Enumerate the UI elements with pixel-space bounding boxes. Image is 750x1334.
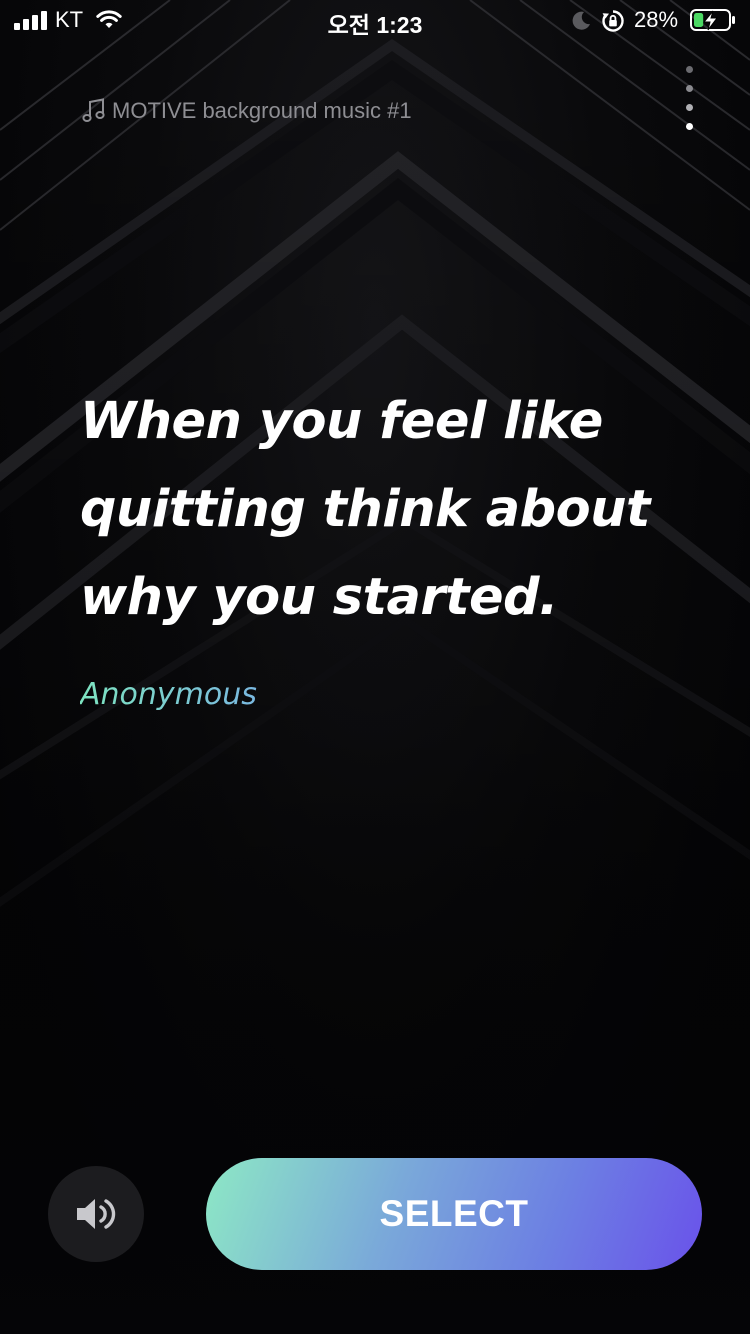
sound-toggle-button[interactable] — [48, 1166, 144, 1262]
status-bar: KT 오전 1:23 28% — [0, 0, 750, 40]
battery-charging-icon — [690, 9, 735, 31]
more-vertical-icon[interactable] — [676, 64, 704, 138]
quote-text: When you feel like quitting think about … — [80, 392, 650, 627]
music-note-icon — [82, 98, 105, 122]
quote-screen: KT 오전 1:23 28% MOTIVE background music #… — [0, 0, 750, 1334]
select-button[interactable]: SELECT — [206, 1158, 702, 1270]
background-music-label[interactable]: MOTIVE background music #1 — [82, 96, 412, 126]
background-chevron-art — [0, 0, 750, 1334]
music-title: MOTIVE background music #1 — [112, 98, 412, 123]
battery-percentage: 28% — [634, 7, 679, 32]
orientation-lock-icon — [602, 10, 624, 32]
do-not-disturb-moon-icon — [572, 11, 590, 30]
speaker-icon — [77, 1199, 116, 1229]
quote-author: Anonymous — [80, 677, 257, 712]
